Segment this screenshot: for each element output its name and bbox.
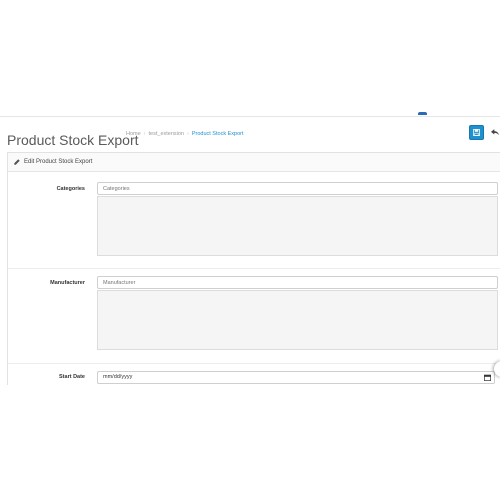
top-divider <box>0 116 500 117</box>
calendar-icon[interactable] <box>484 374 491 381</box>
back-button[interactable] <box>490 127 499 138</box>
reply-icon <box>490 129 499 136</box>
categories-input[interactable] <box>97 182 498 195</box>
manufacturer-input[interactable] <box>97 276 498 289</box>
start-date-input[interactable]: mm/dd/yyyy <box>97 371 495 384</box>
categories-label: Categories <box>56 186 85 192</box>
panel-heading-text: Edit Product Stock Export <box>24 159 93 165</box>
breadcrumb-separator: › <box>143 131 146 137</box>
categories-list <box>97 196 498 256</box>
row-divider <box>8 363 500 364</box>
breadcrumb-extension[interactable]: test_extension <box>149 131 184 137</box>
save-button[interactable] <box>469 125 484 140</box>
breadcrumb-separator: › <box>186 131 189 137</box>
row-divider <box>8 268 500 269</box>
start-date-placeholder: mm/dd/yyyy <box>103 374 133 380</box>
edit-panel: Edit Product Stock Export Categories Man… <box>7 152 500 385</box>
save-icon <box>473 129 480 136</box>
panel-heading: Edit Product Stock Export <box>8 153 500 172</box>
screenshot-area: Product Stock Export Home › test_extension… <box>0 116 500 385</box>
manufacturer-label: Manufacturer <box>50 280 85 286</box>
top-accent-mark <box>418 112 427 115</box>
manufacturer-list <box>97 290 498 350</box>
breadcrumb-home[interactable]: Home <box>126 131 141 137</box>
pencil-icon <box>14 159 20 165</box>
start-date-label: Start Date <box>59 374 85 380</box>
page-title: Product Stock Export <box>7 132 139 149</box>
breadcrumb-current[interactable]: Product Stock Export <box>192 131 244 137</box>
breadcrumb: Home › test_extension › Product Stock Export <box>126 131 244 137</box>
